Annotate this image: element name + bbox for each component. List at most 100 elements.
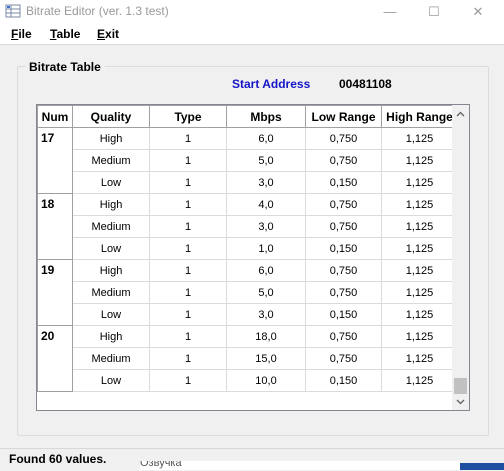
mbps-cell[interactable]: 1,0 [226, 237, 306, 260]
header-row: Num Quality Type Mbps Low Range High Ran… [37, 105, 458, 128]
type-cell[interactable]: 1 [149, 193, 227, 216]
type-cell[interactable]: 1 [149, 259, 227, 282]
mbps-cell[interactable]: 3,0 [226, 215, 306, 238]
menu-exit[interactable]: Exit [97, 27, 119, 41]
header-low-range[interactable]: Low Range [305, 105, 382, 128]
table-row[interactable]: Low 1 10,0 0,150 1,125 [38, 369, 458, 392]
table-row[interactable]: Low 1 1,0 0,150 1,125 [38, 237, 458, 260]
type-cell[interactable]: 1 [149, 149, 227, 172]
high-range-cell[interactable]: 1,125 [381, 127, 458, 150]
quality-cell[interactable]: Medium [72, 347, 150, 370]
low-range-cell[interactable]: 0,750 [305, 281, 382, 304]
table-row[interactable]: Medium 1 3,0 0,750 1,125 [38, 215, 458, 238]
app-icon [5, 4, 21, 18]
high-range-cell[interactable]: 1,125 [381, 303, 458, 326]
type-cell[interactable]: 1 [149, 281, 227, 304]
high-range-cell[interactable]: 1,125 [381, 259, 458, 282]
background-taskbar [460, 463, 504, 470]
quality-cell[interactable]: Medium [72, 215, 150, 238]
num-cell[interactable]: 20 [37, 325, 73, 392]
low-range-cell[interactable]: 0,750 [305, 127, 382, 150]
mbps-cell[interactable]: 3,0 [226, 303, 306, 326]
type-cell[interactable]: 1 [149, 237, 227, 260]
quality-cell[interactable]: High [72, 193, 150, 216]
header-num[interactable]: Num [37, 105, 73, 128]
type-cell[interactable]: 1 [149, 171, 227, 194]
low-range-cell[interactable]: 0,150 [305, 171, 382, 194]
low-range-cell[interactable]: 0,150 [305, 369, 382, 392]
low-range-cell[interactable]: 0,150 [305, 237, 382, 260]
scroll-up-button[interactable] [452, 105, 469, 122]
high-range-cell[interactable]: 1,125 [381, 347, 458, 370]
quality-cell[interactable]: Medium [72, 149, 150, 172]
maximize-button[interactable]: ☐ [412, 0, 456, 23]
quality-cell[interactable]: High [72, 127, 150, 150]
type-cell[interactable]: 1 [149, 325, 227, 348]
vertical-scrollbar[interactable] [452, 105, 469, 410]
scroll-down-button[interactable] [452, 393, 469, 410]
mbps-cell[interactable]: 4,0 [226, 193, 306, 216]
quality-cell[interactable]: High [72, 259, 150, 282]
mbps-cell[interactable]: 6,0 [226, 259, 306, 282]
type-cell[interactable]: 1 [149, 303, 227, 326]
quality-cell[interactable]: Low [72, 303, 150, 326]
mbps-cell[interactable]: 18,0 [226, 325, 306, 348]
grid-body: 17 High 1 6,0 0,750 1,125 Medium 1 5,0 0,750 1,125… [37, 127, 458, 392]
table-row[interactable]: Medium 1 15,0 0,750 1,125 [38, 347, 458, 370]
num-cell[interactable]: 17 [37, 127, 73, 194]
header-quality[interactable]: Quality [72, 105, 150, 128]
start-address-label: Start Address [232, 77, 311, 91]
background-window: Озвучка [140, 461, 460, 470]
minimize-icon: — [383, 4, 397, 19]
num-cell[interactable]: 18 [37, 193, 73, 260]
low-range-cell[interactable]: 0,750 [305, 149, 382, 172]
mbps-cell[interactable]: 15,0 [226, 347, 306, 370]
mbps-cell[interactable]: 5,0 [226, 149, 306, 172]
quality-cell[interactable]: High [72, 325, 150, 348]
scroll-thumb[interactable] [454, 378, 467, 394]
mbps-cell[interactable]: 10,0 [226, 369, 306, 392]
high-range-cell[interactable]: 1,125 [381, 171, 458, 194]
num-cell[interactable]: 19 [37, 259, 73, 326]
type-cell[interactable]: 1 [149, 369, 227, 392]
low-range-cell[interactable]: 0,750 [305, 215, 382, 238]
header-high-range[interactable]: High Range [381, 105, 458, 128]
bitrate-grid[interactable]: Num Quality Type Mbps Low Range High Ran… [36, 104, 470, 411]
table-row[interactable]: Low 1 3,0 0,150 1,125 [38, 171, 458, 194]
table-row[interactable]: Medium 1 5,0 0,750 1,125 [38, 149, 458, 172]
low-range-cell[interactable]: 0,750 [305, 347, 382, 370]
minimize-button[interactable]: — [368, 0, 412, 23]
quality-cell[interactable]: Medium [72, 281, 150, 304]
high-range-cell[interactable]: 1,125 [381, 281, 458, 304]
table-row[interactable]: Low 1 3,0 0,150 1,125 [38, 303, 458, 326]
header-type[interactable]: Type [149, 105, 227, 128]
low-range-cell[interactable]: 0,750 [305, 259, 382, 282]
high-range-cell[interactable]: 1,125 [381, 237, 458, 260]
menu-table[interactable]: Table [50, 27, 80, 41]
table-row[interactable]: 17 High 1 6,0 0,750 1,125 [37, 127, 458, 194]
high-range-cell[interactable]: 1,125 [381, 149, 458, 172]
low-range-cell[interactable]: 0,750 [305, 325, 382, 348]
menu-file[interactable]: File [11, 27, 32, 41]
table-row[interactable]: Medium 1 5,0 0,750 1,125 [38, 281, 458, 304]
table-row[interactable]: 20 High 1 18,0 0,750 1,125 [37, 325, 458, 392]
type-cell[interactable]: 1 [149, 127, 227, 150]
type-cell[interactable]: 1 [149, 347, 227, 370]
header-mbps[interactable]: Mbps [226, 105, 306, 128]
low-range-cell[interactable]: 0,750 [305, 193, 382, 216]
quality-cell[interactable]: Low [72, 369, 150, 392]
mbps-cell[interactable]: 6,0 [226, 127, 306, 150]
quality-cell[interactable]: Low [72, 171, 150, 194]
table-row[interactable]: 18 High 1 4,0 0,750 1,125 [37, 193, 458, 260]
close-button[interactable]: ✕ [456, 0, 500, 23]
table-row[interactable]: 19 High 1 6,0 0,750 1,125 [37, 259, 458, 326]
mbps-cell[interactable]: 5,0 [226, 281, 306, 304]
high-range-cell[interactable]: 1,125 [381, 215, 458, 238]
quality-cell[interactable]: Low [72, 237, 150, 260]
high-range-cell[interactable]: 1,125 [381, 325, 458, 348]
mbps-cell[interactable]: 3,0 [226, 171, 306, 194]
type-cell[interactable]: 1 [149, 215, 227, 238]
low-range-cell[interactable]: 0,150 [305, 303, 382, 326]
high-range-cell[interactable]: 1,125 [381, 369, 458, 392]
high-range-cell[interactable]: 1,125 [381, 193, 458, 216]
